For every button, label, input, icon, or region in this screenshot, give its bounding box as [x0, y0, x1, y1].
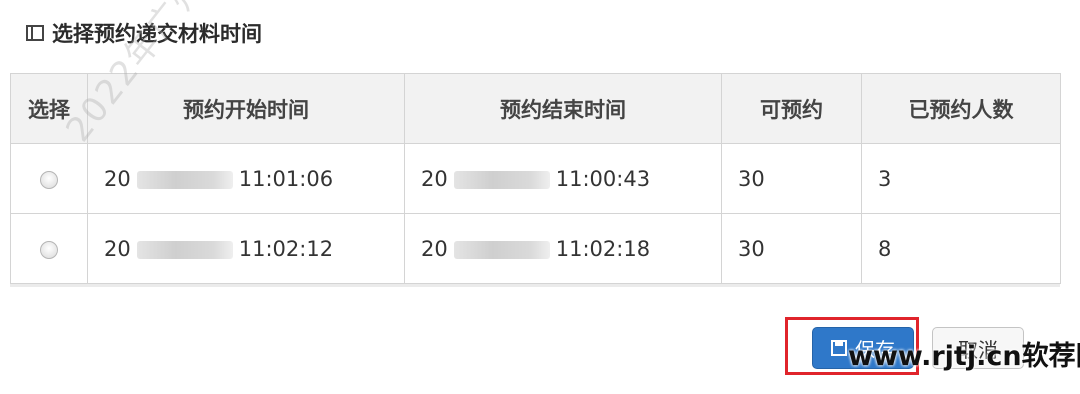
panel-icon — [26, 25, 44, 41]
booked-count-cell: 8 — [861, 213, 1061, 284]
redacted-date — [136, 240, 233, 259]
available-cell: 30 — [721, 213, 862, 284]
start-time-cell: 20 11:02:12 — [87, 213, 405, 284]
end-time-value: 11:02:18 — [555, 236, 651, 261]
start-time-cell: 20 11:01:06 — [87, 143, 405, 214]
table-header-row: 选择 预约开始时间 预约结束时间 可预约 已预约人数 — [10, 73, 1061, 144]
row-radio-button[interactable] — [40, 170, 58, 189]
column-header-available: 可预约 — [721, 73, 862, 144]
start-time-value: 11:02:12 — [238, 236, 334, 261]
appointment-table: 选择 预约开始时间 预约结束时间 可预约 已预约人数 20 11:01:06 20… — [10, 73, 1061, 287]
table-bottom-border — [10, 284, 1060, 287]
table-row[interactable]: 20 11:01:06 20 11:00:43 30 3 — [10, 143, 1061, 214]
row-radio-button[interactable] — [40, 240, 58, 259]
column-header-booked-count: 已预约人数 — [861, 73, 1061, 144]
select-cell — [10, 213, 88, 284]
end-time-cell: 20 11:02:18 — [404, 213, 722, 284]
end-time-cell: 20 11:00:43 — [404, 143, 722, 214]
booked-count-cell: 3 — [861, 143, 1061, 214]
column-header-end-time: 预约结束时间 — [404, 73, 722, 144]
site-watermark: www.rjtj.cn软荐网 — [848, 341, 1080, 372]
start-time-prefix: 20 — [104, 236, 131, 261]
end-time-value: 11:00:43 — [555, 166, 651, 191]
end-time-prefix: 20 — [421, 236, 448, 261]
redacted-date — [453, 170, 550, 189]
redacted-date — [136, 170, 233, 189]
start-time-value: 11:01:06 — [238, 166, 334, 191]
select-cell — [10, 143, 88, 214]
table-row[interactable]: 20 11:02:12 20 11:02:18 30 8 — [10, 213, 1061, 284]
redacted-date — [453, 240, 550, 259]
available-cell: 30 — [721, 143, 862, 214]
start-time-prefix: 20 — [104, 166, 131, 191]
end-time-prefix: 20 — [421, 166, 448, 191]
